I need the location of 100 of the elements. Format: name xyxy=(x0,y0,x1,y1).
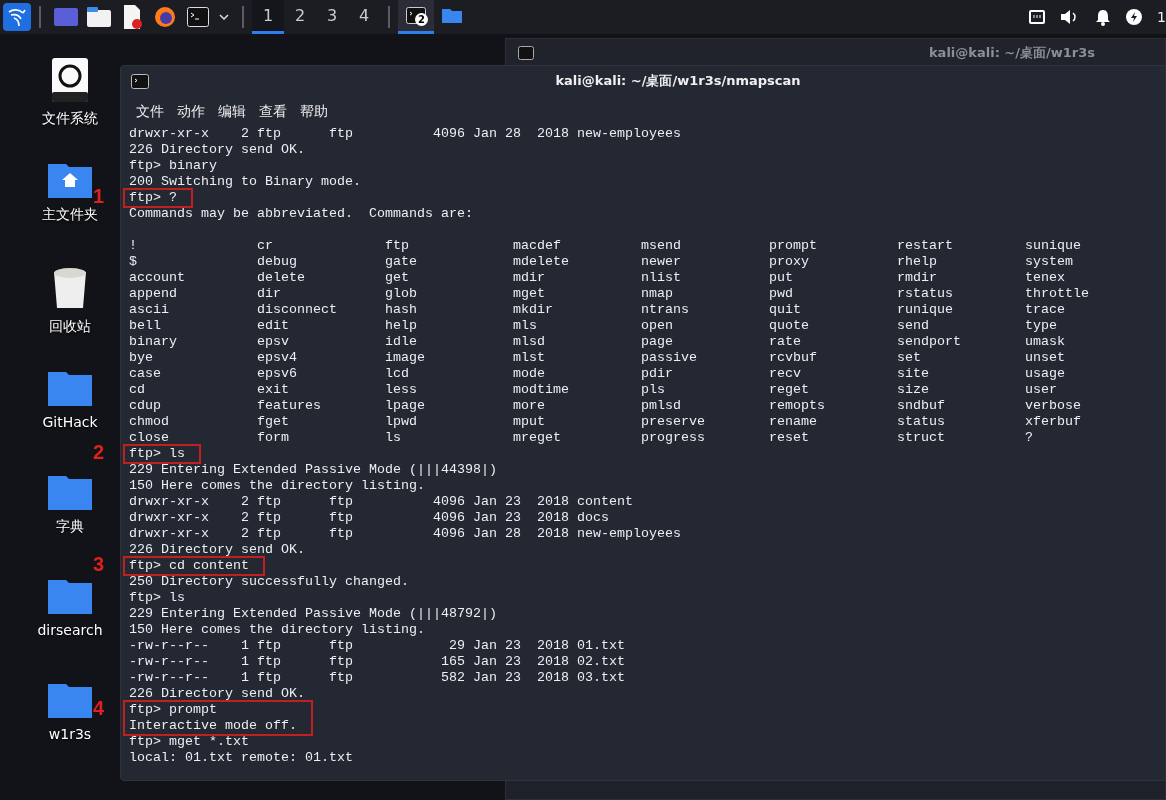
menu-item[interactable]: 编辑 xyxy=(218,100,246,122)
menu-item[interactable]: 查看 xyxy=(259,100,287,122)
command-name: idle xyxy=(385,334,418,350)
command-name: pmlsd xyxy=(641,398,682,414)
terminal-line: ftp> ls xyxy=(129,446,185,462)
command-name: msend xyxy=(641,238,682,254)
terminal-icon xyxy=(186,7,209,27)
command-name: cd xyxy=(129,382,146,398)
workspace-button[interactable]: 3 xyxy=(316,0,348,34)
terminal-line: Commands may be abbreviated. Commands are: xyxy=(129,206,474,222)
terminal-line: drwxr-xr-x 2 ftp ftp 4096 Jan 23 2018 content xyxy=(129,494,634,510)
command-name: rename xyxy=(769,414,818,430)
command-name: remopts xyxy=(769,398,826,414)
command-name: gate xyxy=(385,254,418,270)
menu-item[interactable]: 文件 xyxy=(136,100,164,122)
terminal-line: ftp> cd content xyxy=(129,558,249,574)
terminal-line: drwxr-xr-x 2 ftp ftp 4096 Jan 28 2018 new-employees xyxy=(129,526,682,542)
command-name: get xyxy=(385,270,410,286)
command-name: mlsd xyxy=(513,334,546,350)
folder-icon xyxy=(48,578,92,614)
command-name: hash xyxy=(385,302,418,318)
icon-label[interactable]: 文件系统 xyxy=(42,108,98,129)
terminal-line: ftp> binary xyxy=(129,158,218,174)
icon-label[interactable]: 主文件夹 xyxy=(42,204,98,225)
command-name: modtime xyxy=(513,382,570,398)
command-name: passive xyxy=(641,350,698,366)
power-icon[interactable] xyxy=(1126,9,1143,25)
command-name: more xyxy=(513,398,546,414)
command-name: pls xyxy=(641,382,666,398)
icon-label[interactable]: 字典 xyxy=(56,516,84,537)
command-name: page xyxy=(641,334,674,350)
command-name: epsv xyxy=(257,334,290,350)
icon-label[interactable]: dirsearch xyxy=(37,620,103,641)
clock[interactable]: 1 xyxy=(1157,6,1166,28)
command-name: lpwd xyxy=(385,414,418,430)
command-name: mode xyxy=(513,366,546,382)
workspace-button[interactable]: 2 xyxy=(284,0,316,34)
command-name: ascii xyxy=(129,302,170,318)
terminal-line: ftp> ls xyxy=(129,590,186,606)
command-name: fget xyxy=(257,414,290,430)
terminal-line: 226 Directory send OK. xyxy=(129,542,306,558)
command-name: exit xyxy=(257,382,290,398)
terminal-line: 229 Entering Extended Passive Mode (|||48792|) xyxy=(129,606,498,622)
command-name: set xyxy=(897,350,922,366)
command-name: pdir xyxy=(641,366,674,382)
command-name: umask xyxy=(1025,334,1066,350)
command-name: user xyxy=(1025,382,1058,398)
terminal-icon xyxy=(131,73,149,89)
terminal-icon xyxy=(406,7,426,24)
menu-item[interactable]: 动作 xyxy=(177,100,205,122)
command-name: size xyxy=(897,382,930,398)
command-name: delete xyxy=(257,270,306,286)
command-name: mls xyxy=(513,318,538,334)
command-name: mget xyxy=(513,286,546,302)
command-name: help xyxy=(385,318,418,334)
command-name: ? xyxy=(1025,430,1034,446)
command-name: tenex xyxy=(1025,270,1066,286)
terminal-line: Interactive mode off. xyxy=(129,718,297,734)
command-name: ls xyxy=(385,430,402,446)
menu-item[interactable]: 帮助 xyxy=(300,100,328,122)
command-name: reset xyxy=(769,430,810,446)
command-name: close xyxy=(129,430,170,446)
terminal-line: -rw-r--r-- 1 ftp ftp 582 Jan 23 2018 03.txt xyxy=(129,670,626,686)
command-name: usage xyxy=(1025,366,1066,382)
icon-label[interactable]: w1r3s xyxy=(48,724,92,745)
command-name: rstatus xyxy=(897,286,954,302)
command-name: reget xyxy=(769,382,810,398)
command-name: cr xyxy=(257,238,274,254)
terminal-icon xyxy=(518,45,534,60)
command-name: lcd xyxy=(385,366,410,382)
command-name: nmap xyxy=(641,286,674,302)
command-name: mdir xyxy=(513,270,546,286)
command-name: trace xyxy=(1025,302,1066,318)
command-name: pwd xyxy=(769,286,794,302)
command-name: lpage xyxy=(385,398,426,414)
folder-icon xyxy=(48,682,92,718)
terminal-line: 229 Entering Extended Passive Mode (|||44398|) xyxy=(129,462,498,478)
command-name: image xyxy=(385,350,426,366)
network-icon[interactable] xyxy=(1029,10,1046,24)
bell-icon[interactable] xyxy=(1095,8,1112,26)
task-button[interactable]: 2 xyxy=(398,0,434,34)
terminal-line: ftp> prompt xyxy=(129,702,218,718)
command-name: sendport xyxy=(897,334,962,350)
icon-label[interactable]: 回收站 xyxy=(49,316,91,337)
kali-menu-button[interactable] xyxy=(3,3,31,31)
workspace-button[interactable]: 1 xyxy=(252,0,284,34)
caret-icon xyxy=(219,14,229,20)
folder-icon xyxy=(48,370,92,406)
command-name: epsv4 xyxy=(257,350,298,366)
command-name: mput xyxy=(513,414,546,430)
command-name: rate xyxy=(769,334,802,350)
icon-label[interactable]: GitHack xyxy=(42,412,98,433)
workspace-button[interactable]: 4 xyxy=(348,0,380,34)
window-icon xyxy=(53,8,78,26)
command-name: unset xyxy=(1025,350,1066,366)
command-name: disconnect xyxy=(257,302,338,318)
command-name: proxy xyxy=(769,254,810,270)
folder-icon xyxy=(442,8,462,23)
command-name: case xyxy=(129,366,162,382)
command-name: struct xyxy=(897,430,946,446)
